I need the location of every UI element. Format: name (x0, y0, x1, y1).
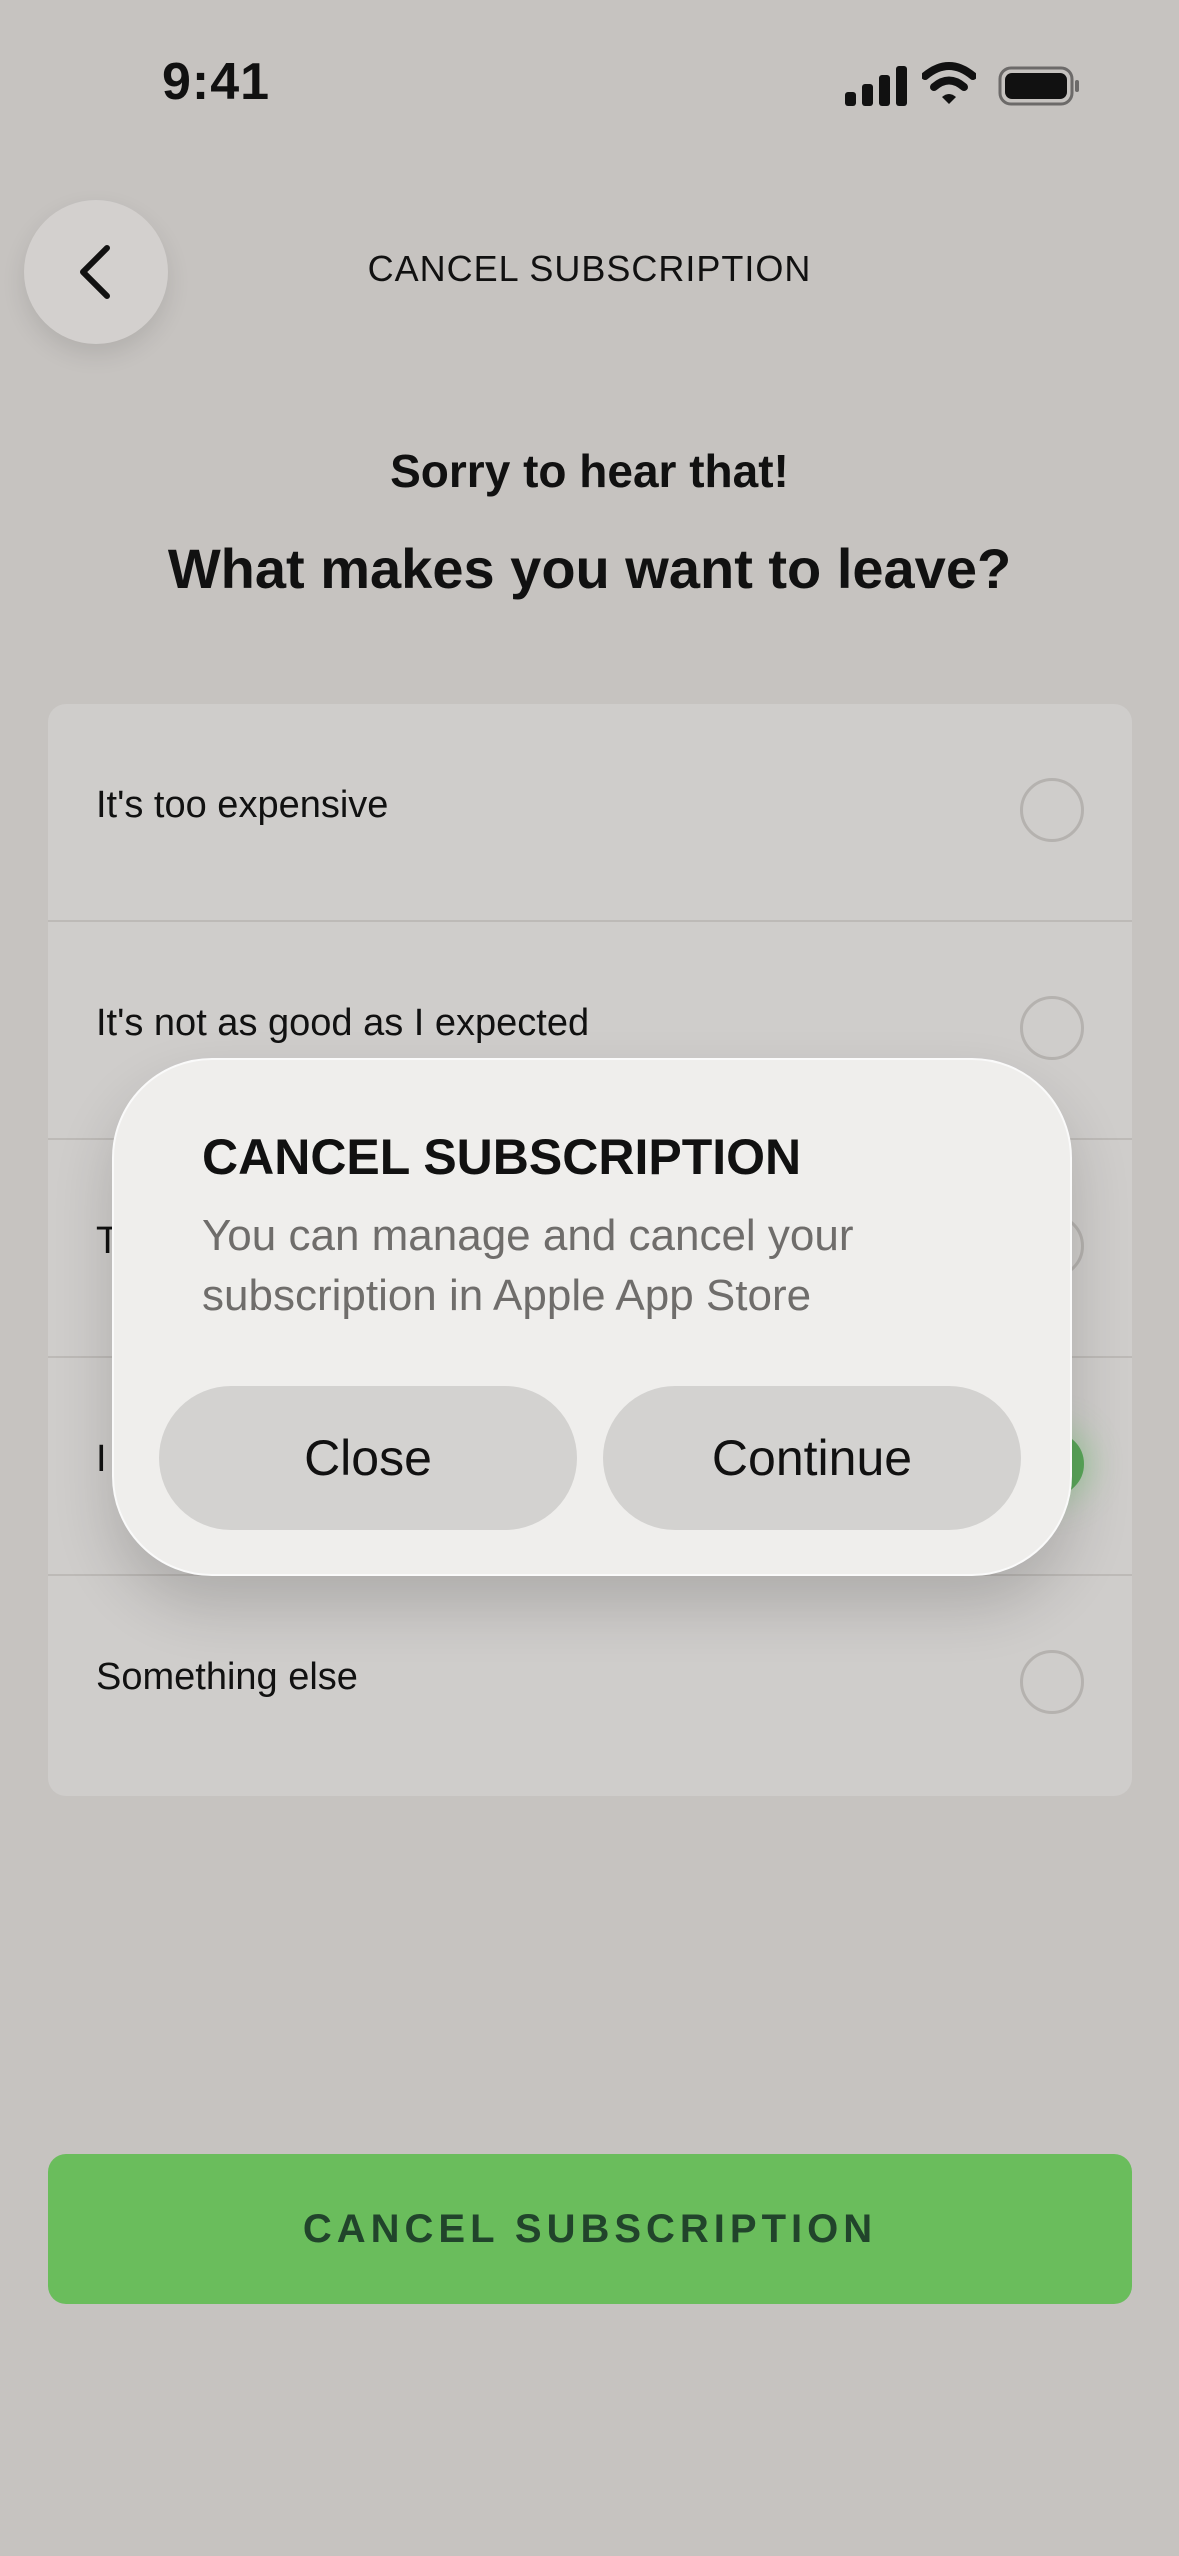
radio-button[interactable] (1020, 996, 1084, 1060)
alert-dialog: CANCEL SUBSCRIPTION You can manage and c… (112, 1058, 1072, 1576)
dialog-message: You can manage and cancel your subscript… (202, 1211, 854, 1320)
prompt-question: What makes you want to leave? (167, 537, 1012, 600)
page-title: CANCEL SUBSCRIPTION (367, 248, 812, 289)
close-button[interactable]: Close (159, 1386, 577, 1530)
option-too-expensive[interactable]: It's too expensive (48, 704, 1132, 922)
radio-button[interactable] (1020, 1650, 1084, 1714)
prompt-subtitle: Sorry to hear that! (390, 445, 789, 497)
continue-button[interactable]: Continue (603, 1386, 1021, 1530)
option-label: It's not as good as I expected (96, 1002, 590, 1044)
wifi-icon (922, 62, 976, 104)
radio-button[interactable] (1020, 778, 1084, 842)
option-label: Something else (96, 1656, 358, 1698)
cellular-signal-icon (845, 66, 907, 106)
option-label: I (96, 1438, 107, 1480)
battery-icon (998, 66, 1079, 106)
cancel-subscription-button[interactable]: CANCEL SUBSCRIPTION (48, 2154, 1132, 2304)
option-label: It's too expensive (96, 784, 389, 826)
dialog-title: CANCEL SUBSCRIPTION (202, 1129, 802, 1185)
status-bar: 9:41 (0, 0, 1179, 175)
status-time: 9:41 (162, 53, 271, 111)
option-something-else[interactable]: Something else (48, 1576, 1132, 1794)
